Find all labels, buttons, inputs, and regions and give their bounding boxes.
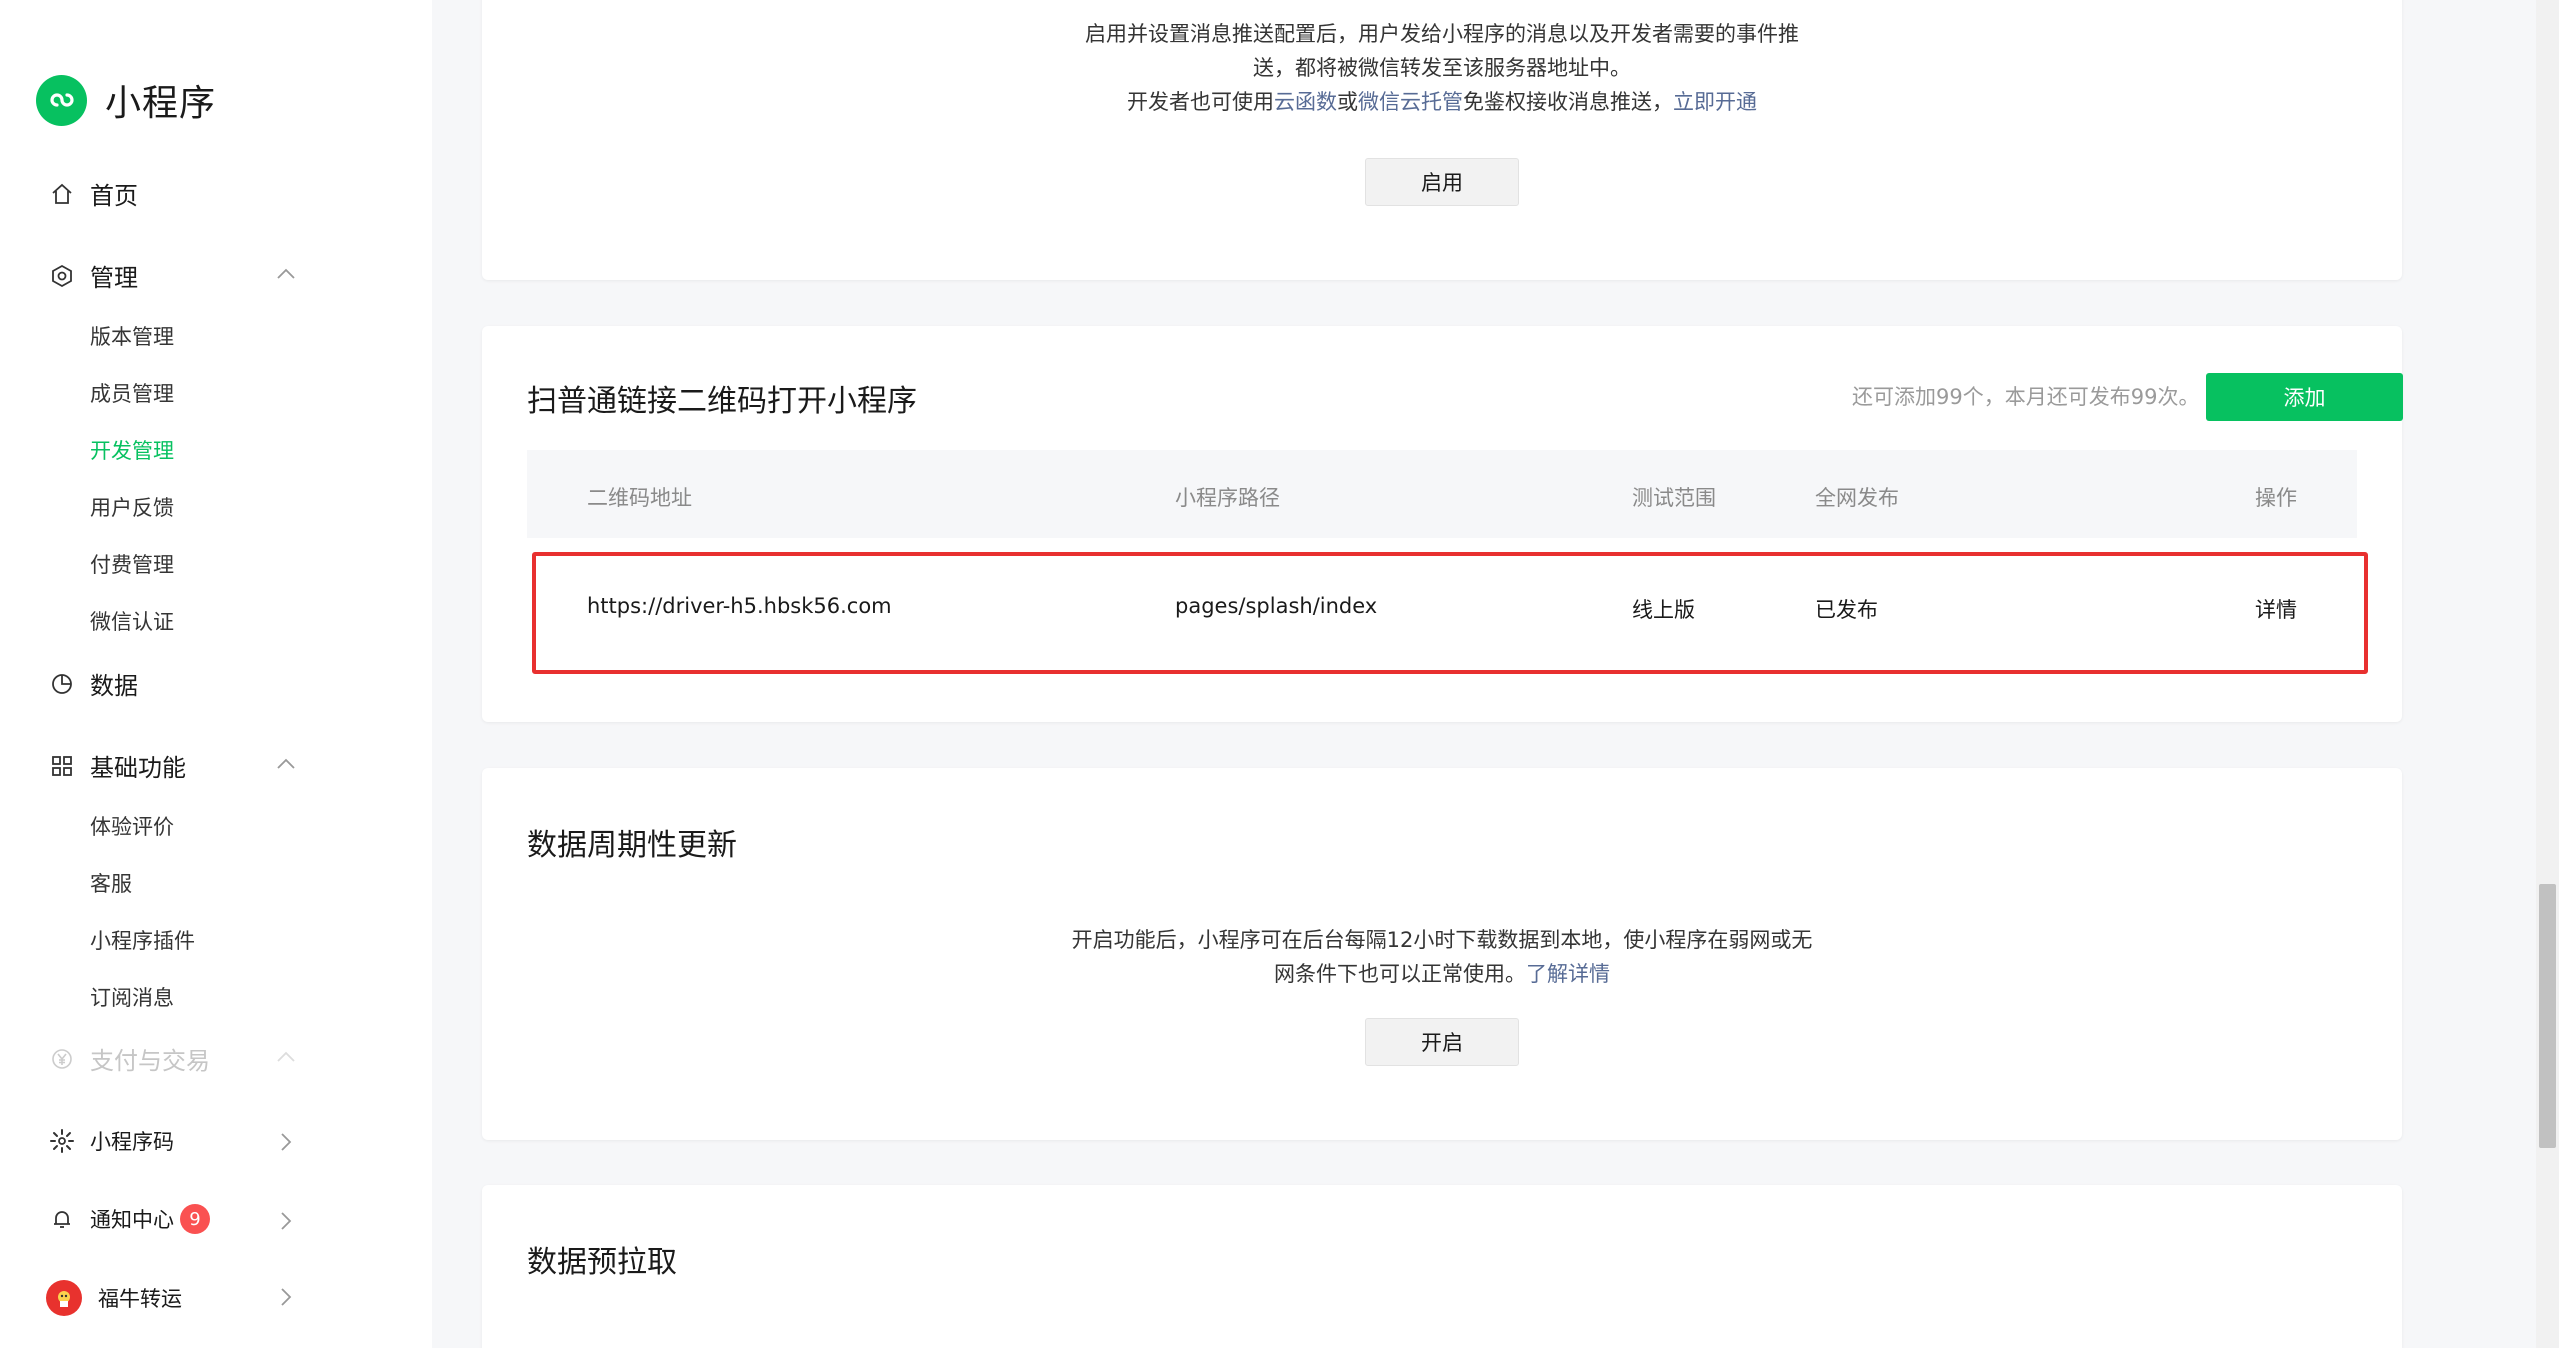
cloud-hosting-link[interactable]: 微信云托管	[1358, 90, 1463, 114]
sidebar-item-customer-service[interactable]: 客服	[90, 868, 132, 898]
highlight-annotation-box	[532, 552, 2368, 674]
sidebar: 小程序 首页 管理 版本管理 成员管理 开发管理 用户反馈 付费管理 微信认证 …	[0, 0, 432, 1348]
message-push-card: 启用并设置消息推送配置后，用户发给小程序的消息以及开发者需要的事件推 送，都将被…	[482, 0, 2402, 280]
chevron-up-icon[interactable]	[272, 260, 300, 288]
sidebar-item-version[interactable]: 版本管理	[90, 321, 174, 351]
nav-notification-label: 通知中心	[90, 1208, 174, 1232]
app-name: 小程序	[105, 83, 217, 124]
periodic-card-title: 数据周期性更新	[527, 828, 737, 863]
grid-icon	[48, 752, 76, 780]
nav-basic-features[interactable]: 基础功能	[48, 748, 186, 783]
notification-count-badge: 9	[180, 1204, 210, 1234]
learn-more-link[interactable]: 了解详情	[1526, 962, 1610, 986]
chevron-right-icon[interactable]	[272, 1283, 300, 1311]
nav-account[interactable]: 福牛转运	[46, 1280, 182, 1316]
page-scrollbar-thumb[interactable]	[2539, 884, 2556, 1148]
nav-manage[interactable]: 管理	[48, 258, 138, 293]
col-publish-status: 全网发布	[1815, 486, 1899, 510]
nav-payment: 支付与交易	[48, 1041, 210, 1076]
sidebar-item-plugins[interactable]: 小程序插件	[90, 925, 195, 955]
yen-icon	[48, 1045, 76, 1073]
sidebar-item-experience[interactable]: 体验评价	[90, 811, 174, 841]
nav-notification-center[interactable]: 通知中心 9	[48, 1204, 210, 1234]
qrcode-quota-text: 还可添加99个，本月还可发布99次。	[1852, 385, 2200, 409]
prefetch-card-title: 数据预拉取	[527, 1245, 677, 1280]
sidebar-item-feedback[interactable]: 用户反馈	[90, 492, 174, 522]
cloud-function-link[interactable]: 云函数	[1274, 90, 1337, 114]
sidebar-item-members[interactable]: 成员管理	[90, 378, 174, 408]
col-miniprogram-path: 小程序路径	[1175, 486, 1280, 510]
sidebar-item-dev-manage[interactable]: 开发管理	[90, 435, 174, 465]
miniprogram-logo-icon	[36, 74, 87, 126]
pie-chart-icon	[48, 670, 76, 698]
chevron-right-icon[interactable]	[272, 1128, 300, 1156]
nav-payment-label: 支付与交易	[90, 1047, 210, 1075]
table-header: 二维码地址 小程序路径 测试范围 全网发布 操作	[527, 450, 2357, 538]
col-qrcode-url: 二维码地址	[587, 486, 692, 510]
push-desc-line3: 开发者也可使用云函数或微信云托管免鉴权接收消息推送，立即开通	[482, 85, 2402, 119]
nav-basic-label: 基础功能	[90, 754, 186, 782]
manage-icon	[48, 262, 76, 290]
sidebar-item-subscribe-msg[interactable]: 订阅消息	[90, 982, 174, 1012]
nav-account-label: 福牛转运	[98, 1287, 182, 1311]
col-action: 操作	[2255, 486, 2297, 510]
mini-code-icon	[48, 1127, 76, 1155]
open-now-link[interactable]: 立即开通	[1673, 90, 1757, 114]
col-test-scope: 测试范围	[1632, 486, 1716, 510]
periodic-desc-line2: 网条件下也可以正常使用。了解详情	[482, 957, 2402, 991]
chevron-up-icon[interactable]	[272, 750, 300, 778]
push-desc-line1: 启用并设置消息推送配置后，用户发给小程序的消息以及开发者需要的事件推	[1085, 22, 1799, 46]
push-desc-line2: 送，都将被微信转发至该服务器地址中。	[1253, 56, 1631, 80]
nav-miniprogram-code-label: 小程序码	[90, 1130, 174, 1154]
push-desc-prefix: 开发者也可使用	[1127, 90, 1274, 114]
app-logo[interactable]: 小程序	[36, 74, 216, 126]
sidebar-item-verification[interactable]: 微信认证	[90, 606, 174, 636]
nav-home[interactable]: 首页	[48, 176, 138, 211]
chevron-right-icon[interactable]	[272, 1207, 300, 1235]
push-desc-suffix: 免鉴权接收消息推送，	[1463, 90, 1673, 114]
nav-data[interactable]: 数据	[48, 666, 138, 701]
nav-data-label: 数据	[90, 672, 138, 700]
periodic-update-card: 数据周期性更新 开启功能后，小程序可在后台每隔12小时下载数据到本地，使小程序在…	[482, 768, 2402, 1140]
add-qrcode-rule-button[interactable]: 添加	[2206, 373, 2403, 421]
sidebar-item-billing[interactable]: 付费管理	[90, 549, 174, 579]
bell-icon	[48, 1205, 76, 1233]
push-desc-or: 或	[1337, 90, 1358, 114]
nav-miniprogram-code[interactable]: 小程序码	[48, 1126, 174, 1156]
nav-manage-label: 管理	[90, 264, 138, 292]
qrcode-card-title: 扫普通链接二维码打开小程序	[527, 384, 917, 419]
enable-periodic-update-button[interactable]: 开启	[1365, 1018, 1519, 1066]
nav-home-label: 首页	[90, 182, 138, 210]
qrcode-link-card: 扫普通链接二维码打开小程序 还可添加99个，本月还可发布99次。 添加 二维码地…	[482, 326, 2403, 722]
data-prefetch-card: 数据预拉取	[482, 1185, 2402, 1348]
account-avatar	[46, 1280, 82, 1316]
periodic-desc-text: 网条件下也可以正常使用。	[1274, 962, 1526, 986]
chevron-up-icon	[272, 1043, 300, 1071]
periodic-desc-line1: 开启功能后，小程序可在后台每隔12小时下载数据到本地，使小程序在弱网或无	[1071, 928, 1813, 952]
enable-push-button[interactable]: 启用	[1365, 158, 1519, 206]
home-icon	[48, 180, 76, 208]
